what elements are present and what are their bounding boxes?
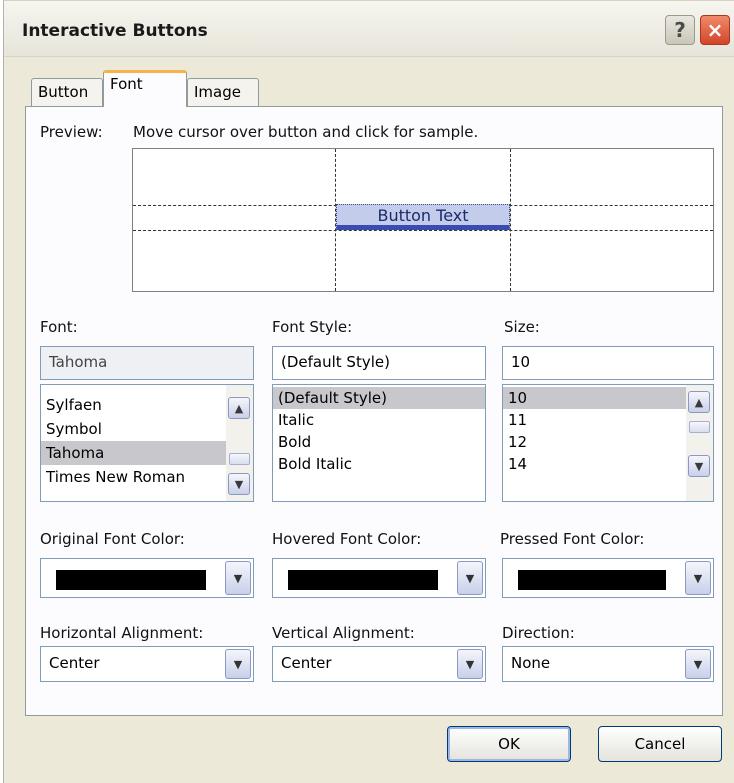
chevron-down-icon[interactable]: ▼ xyxy=(225,649,251,679)
list-item[interactable]: 10 xyxy=(503,387,713,409)
close-icon[interactable]: × xyxy=(700,15,730,45)
scroll-down-icon[interactable]: ▼ xyxy=(688,455,710,477)
chevron-down-icon[interactable]: ▼ xyxy=(685,561,711,595)
window-title: Interactive Buttons xyxy=(22,21,208,41)
sample-button[interactable]: Button Text xyxy=(336,204,510,230)
scroll-up-icon[interactable]: ▲ xyxy=(228,397,250,419)
pressed-font-color-select[interactable]: ▼ xyxy=(502,558,714,598)
tab-image[interactable]: Image xyxy=(187,78,259,106)
preview-hint: Move cursor over button and click for sa… xyxy=(133,123,479,141)
list-item[interactable]: 12 xyxy=(503,431,713,453)
guide-line xyxy=(133,230,713,231)
original-font-color-label: Original Font Color: xyxy=(40,530,185,548)
original-font-color-select[interactable]: ▼ xyxy=(40,558,254,598)
preview-area[interactable]: Button Text xyxy=(132,148,714,292)
list-item[interactable]: Times New Roman xyxy=(41,465,253,489)
hovered-font-color-label: Hovered Font Color: xyxy=(272,530,422,548)
selected-value: None xyxy=(511,654,551,672)
selected-value: Center xyxy=(281,654,332,672)
chevron-down-icon[interactable]: ▼ xyxy=(457,649,483,679)
scroll-up-icon[interactable]: ▲ xyxy=(688,391,710,413)
help-icon[interactable]: ? xyxy=(665,15,695,45)
list-item[interactable]: Sylfaen xyxy=(41,393,253,417)
scrollbar[interactable]: ▲ ▼ xyxy=(226,385,253,501)
font-style-list[interactable]: (Default Style) Italic Bold Bold Italic xyxy=(272,384,486,502)
list-item[interactable]: 14 xyxy=(503,453,713,475)
list-item[interactable]: Bold Italic xyxy=(273,453,485,475)
size-label: Size: xyxy=(504,318,540,336)
direction-select[interactable]: None ▼ xyxy=(502,646,714,682)
preview-label: Preview: xyxy=(40,123,103,141)
list-item[interactable]: (Default Style) xyxy=(273,387,485,409)
font-style-input[interactable]: (Default Style) xyxy=(272,346,486,380)
pressed-font-color-label: Pressed Font Color: xyxy=(500,530,645,548)
chevron-down-icon[interactable]: ▼ xyxy=(225,561,251,595)
size-input[interactable]: 10 xyxy=(502,346,714,380)
horizontal-alignment-label: Horizontal Alignment: xyxy=(40,624,204,642)
font-style-label: Font Style: xyxy=(272,318,353,336)
cancel-button[interactable]: Cancel xyxy=(598,726,722,762)
hovered-font-color-select[interactable]: ▼ xyxy=(272,558,486,598)
ok-button[interactable]: OK xyxy=(447,726,571,762)
vertical-alignment-label: Vertical Alignment: xyxy=(272,624,415,642)
tab-font[interactable]: Font xyxy=(103,70,187,107)
color-swatch xyxy=(518,570,666,590)
list-item[interactable]: Bold xyxy=(273,431,485,453)
font-label: Font: xyxy=(40,318,78,336)
guide-line xyxy=(510,149,511,291)
font-list[interactable]: Sylfaen Symbol Tahoma Times New Roman ▲ … xyxy=(40,384,254,502)
tab-button[interactable]: Button xyxy=(31,78,103,106)
list-item[interactable]: Symbol xyxy=(41,417,253,441)
color-swatch xyxy=(288,570,438,590)
scroll-down-icon[interactable]: ▼ xyxy=(228,473,250,495)
list-item[interactable]: Tahoma xyxy=(41,441,253,465)
selected-value: Center xyxy=(49,654,100,672)
font-input[interactable]: Tahoma xyxy=(40,346,254,380)
list-item[interactable]: Italic xyxy=(273,409,485,431)
vertical-alignment-select[interactable]: Center ▼ xyxy=(272,646,486,682)
chevron-down-icon[interactable]: ▼ xyxy=(457,561,483,595)
scroll-thumb[interactable] xyxy=(229,453,250,465)
title-bar[interactable]: Interactive Buttons ? × xyxy=(4,1,734,57)
color-swatch xyxy=(56,570,206,590)
horizontal-alignment-select[interactable]: Center ▼ xyxy=(40,646,254,682)
direction-label: Direction: xyxy=(502,624,575,642)
chevron-down-icon[interactable]: ▼ xyxy=(685,649,711,679)
scroll-thumb[interactable] xyxy=(689,421,710,433)
scrollbar[interactable]: ▲ ▼ xyxy=(686,385,713,501)
size-list[interactable]: 10 11 12 14 ▲ ▼ xyxy=(502,384,714,502)
list-item[interactable]: 11 xyxy=(503,409,713,431)
